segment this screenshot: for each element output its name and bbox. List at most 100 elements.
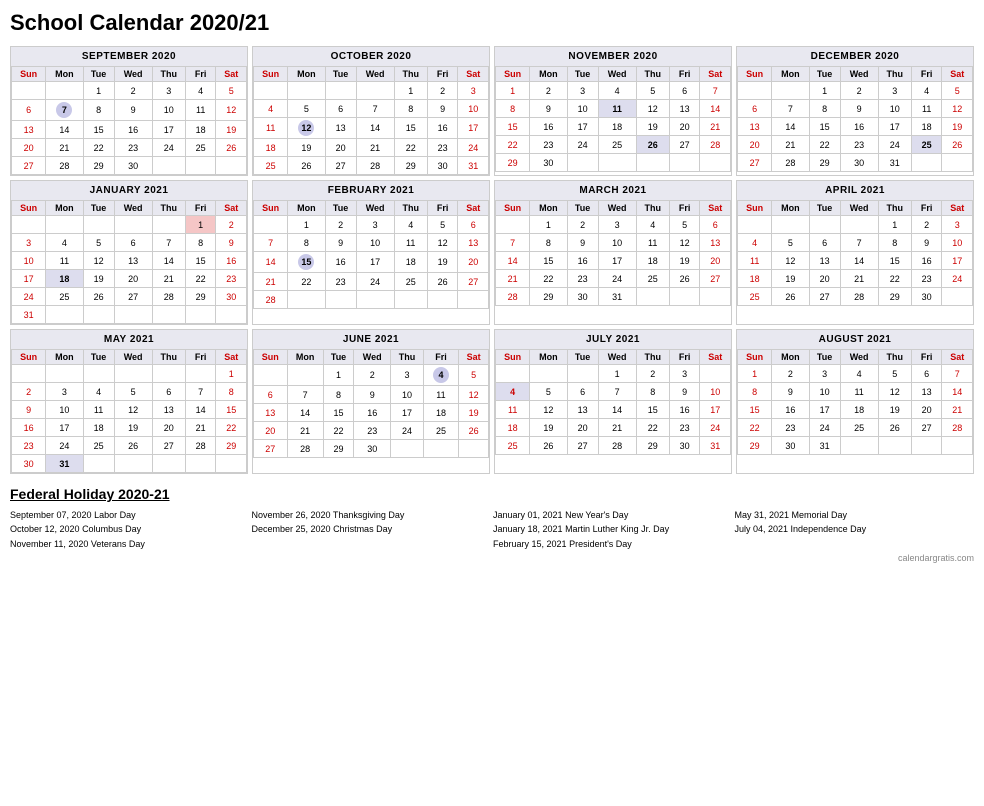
day-header: Wed [840, 201, 878, 216]
calendar-day: 25 [911, 136, 942, 154]
calendar-day: 2 [772, 365, 809, 383]
day-header: Wed [598, 350, 636, 365]
month-title: MARCH 2021 [495, 181, 731, 200]
calendar-day: 22 [809, 136, 840, 154]
calendar-day: 26 [216, 139, 247, 157]
month-title: APRIL 2021 [737, 181, 973, 200]
calendar-day: 1 [288, 216, 325, 234]
calendar-day: 21 [287, 422, 323, 440]
day-header: Wed [114, 350, 152, 365]
calendar-day: 1 [809, 82, 840, 100]
day-header: Sun [496, 350, 530, 365]
calendar-day: 3 [598, 216, 636, 234]
calendar-day [496, 365, 530, 383]
calendar-day: 11 [911, 100, 942, 118]
calendar-day: 31 [458, 157, 489, 175]
calendar-day: 14 [152, 252, 185, 270]
calendar-day: 9 [911, 234, 942, 252]
day-header: Sat [700, 201, 731, 216]
calendar-day: 17 [356, 252, 394, 273]
day-header: Tue [323, 350, 353, 365]
day-header: Tue [567, 201, 598, 216]
calendar-day: 20 [911, 401, 942, 419]
calendar-day: 8 [878, 234, 911, 252]
calendar-day: 2 [530, 82, 567, 100]
calendar-day: 27 [152, 437, 185, 455]
calendar-day: 2 [114, 82, 152, 100]
calendar-day: 17 [152, 121, 185, 139]
calendar-day: 14 [287, 404, 323, 422]
calendar-day: 16 [530, 118, 567, 136]
calendar-day: 3 [942, 216, 973, 234]
calendar-table: SunMonTueWedThuFriSat1234567891011121314… [495, 349, 731, 455]
calendar-day: 25 [254, 157, 288, 175]
calendar-day: 31 [809, 437, 840, 455]
calendar-day: 20 [458, 252, 489, 273]
calendar-day [567, 365, 598, 383]
calendar-day: 13 [254, 404, 288, 422]
day-header: Sat [458, 67, 489, 82]
calendar-day: 8 [323, 386, 353, 404]
calendar-day: 20 [809, 270, 840, 288]
month-block: NOVEMBER 2020SunMonTueWedThuFriSat123456… [494, 46, 732, 176]
calendar-day: 1 [530, 216, 567, 234]
calendar-day: 26 [772, 288, 809, 306]
calendar-day: 8 [216, 383, 247, 401]
calendar-day: 6 [114, 234, 152, 252]
calendar-day: 19 [669, 252, 700, 270]
calendar-day [114, 365, 152, 383]
calendar-day: 24 [391, 422, 424, 440]
calendar-day: 19 [288, 139, 325, 157]
calendar-day [356, 291, 394, 309]
calendar-day: 10 [598, 234, 636, 252]
day-header: Thu [636, 201, 669, 216]
calendar-day: 30 [567, 288, 598, 306]
calendar-day: 23 [567, 270, 598, 288]
calendar-day: 24 [46, 437, 83, 455]
calendar-day: 3 [152, 82, 185, 100]
month-block: OCTOBER 2020SunMonTueWedThuFriSat1234567… [252, 46, 490, 176]
calendar-day: 19 [427, 252, 458, 273]
holiday-item: November 26, 2020 Thanksgiving Day [252, 508, 492, 522]
calendar-day: 4 [840, 365, 878, 383]
calendar-day: 6 [325, 100, 356, 118]
holiday-item: November 11, 2020 Veterans Day [10, 537, 250, 551]
calendar-day: 16 [354, 404, 391, 422]
holiday-item: October 12, 2020 Columbus Day [10, 522, 250, 536]
day-header: Wed [356, 67, 394, 82]
calendar-day: 16 [840, 118, 878, 136]
day-header: Sun [496, 67, 530, 82]
calendar-day: 3 [809, 365, 840, 383]
calendar-day: 5 [669, 216, 700, 234]
month-title: NOVEMBER 2020 [495, 47, 731, 66]
calendar-day: 1 [496, 82, 530, 100]
calendar-day: 10 [942, 234, 973, 252]
calendar-day: 19 [114, 419, 152, 437]
calendar-day: 15 [83, 121, 114, 139]
calendar-day [496, 216, 530, 234]
calendar-day: 3 [669, 365, 700, 383]
calendar-day: 21 [598, 419, 636, 437]
day-header: Fri [669, 350, 700, 365]
calendar-day: 1 [878, 216, 911, 234]
calendar-day: 8 [394, 100, 427, 118]
day-header: Wed [840, 67, 878, 82]
calendar-day: 26 [878, 419, 911, 437]
calendar-day: 3 [12, 234, 46, 252]
day-header: Tue [325, 201, 356, 216]
calendar-day: 26 [427, 273, 458, 291]
calendar-day: 23 [216, 270, 247, 288]
calendar-day: 27 [458, 273, 489, 291]
calendar-day: 18 [394, 252, 427, 273]
day-header: Mon [772, 350, 809, 365]
calendar-day: 12 [288, 118, 325, 139]
calendar-day: 19 [878, 401, 911, 419]
calendar-day [152, 306, 185, 324]
calendar-day: 9 [354, 386, 391, 404]
calendar-day: 1 [738, 365, 772, 383]
day-header: Fri [911, 67, 942, 82]
calendar-day: 30 [216, 288, 247, 306]
day-header: Mon [772, 67, 809, 82]
day-header: Sun [738, 67, 772, 82]
calendar-day: 18 [46, 270, 83, 288]
